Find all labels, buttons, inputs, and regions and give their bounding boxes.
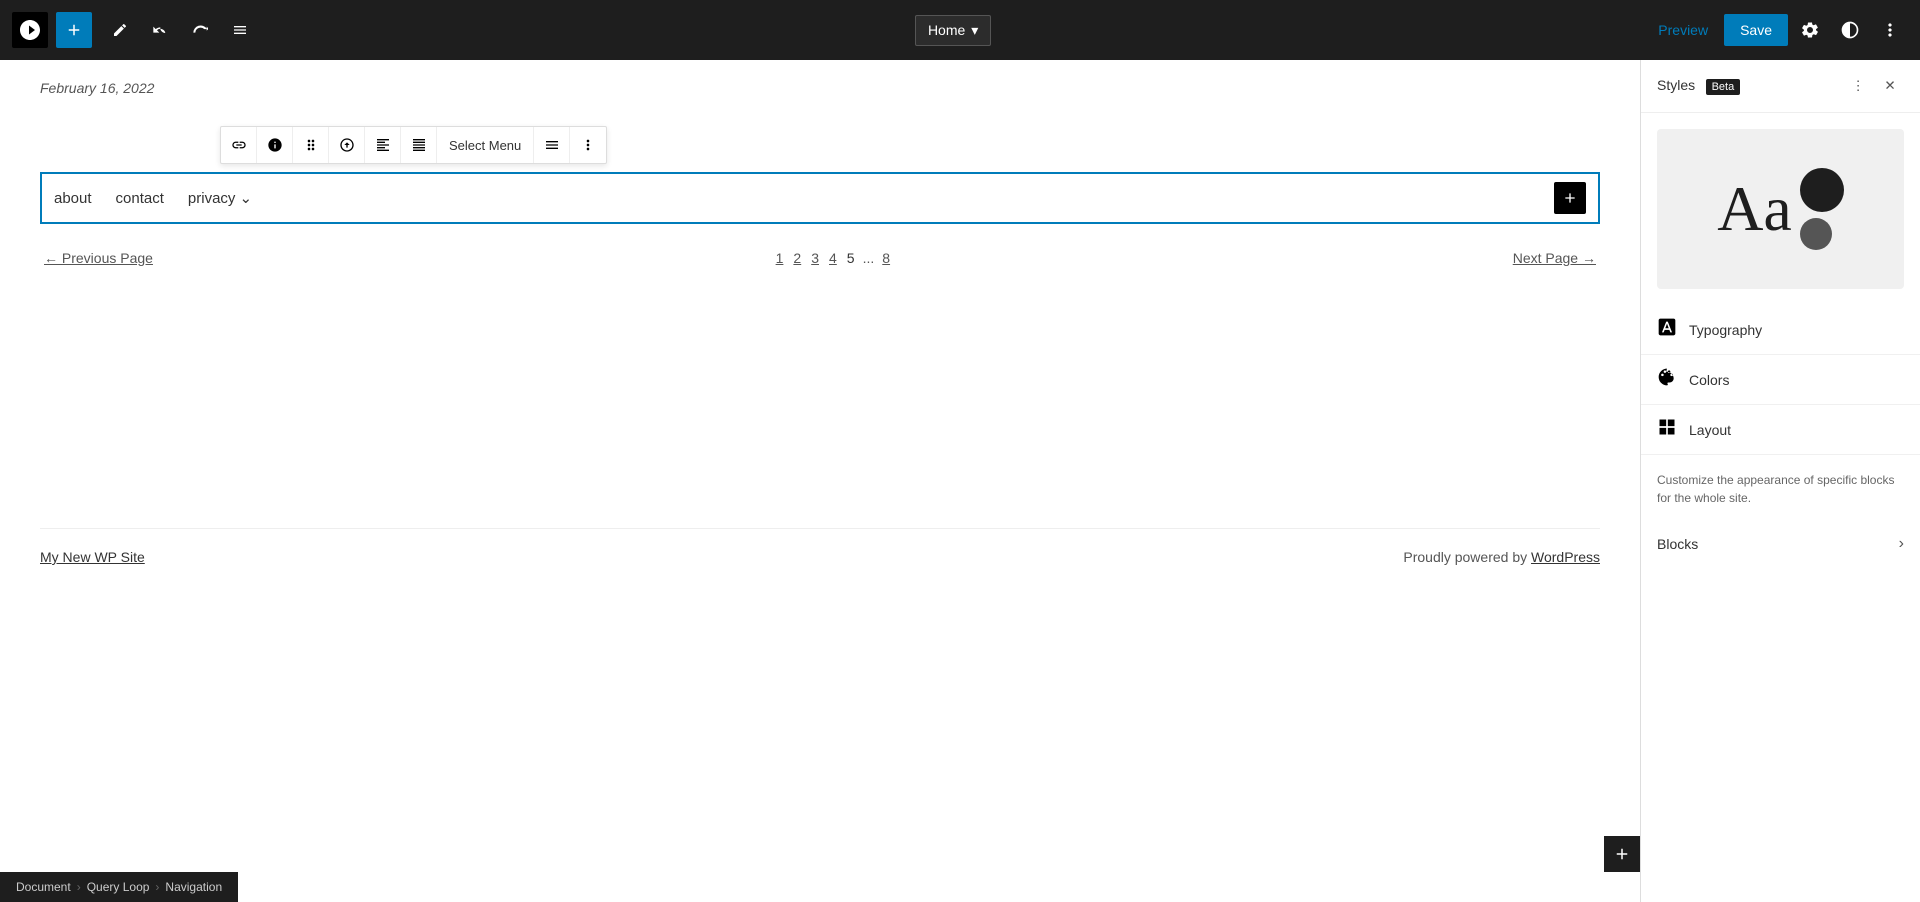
footer-powered-text: Proudly powered by [1403, 549, 1531, 565]
layout-option[interactable]: Layout [1641, 405, 1920, 455]
redo-button[interactable] [182, 12, 218, 48]
prev-page-link[interactable]: ← Previous Page [40, 250, 153, 266]
block-drag-button[interactable] [293, 127, 329, 163]
blocks-label: Blocks [1657, 536, 1698, 552]
select-menu-button[interactable]: Select Menu [437, 127, 534, 163]
typography-icon [1657, 317, 1677, 342]
add-block-button[interactable] [56, 12, 92, 48]
nav-items: about contact privacy ⌄ [54, 189, 252, 207]
breadcrumb-navigation[interactable]: Navigation [165, 880, 222, 894]
preview-circle-small [1800, 218, 1832, 250]
next-page-label: Next Page → [1513, 250, 1596, 266]
contrast-button[interactable] [1832, 12, 1868, 48]
top-toolbar: Home ▾ Preview Save [0, 0, 1920, 60]
styles-panel: Styles Beta ⋮ ✕ Aa Typography [1640, 60, 1920, 902]
edit-button[interactable] [102, 12, 138, 48]
panel-close-button[interactable]: ✕ [1876, 72, 1904, 100]
block-more-button[interactable] [570, 127, 606, 163]
block-toolbar-area: Select Menu [220, 126, 1600, 164]
preview-circles [1800, 168, 1844, 250]
page-numbers: 1 2 3 4 5 ... 8 [772, 248, 894, 268]
main-layout: February 16, 2022 [0, 60, 1920, 902]
page-1[interactable]: 1 [772, 248, 788, 268]
breadcrumb: Document › Query Loop › Navigation [0, 872, 238, 902]
typography-option[interactable]: Typography [1641, 305, 1920, 355]
navigation-block[interactable]: about contact privacy ⌄ [40, 172, 1600, 224]
footer-wordpress-link[interactable]: WordPress [1531, 549, 1600, 565]
prev-page-label: ← Previous Page [44, 250, 153, 266]
page-ellipsis: ... [861, 248, 877, 268]
block-info-button[interactable] [257, 127, 293, 163]
nav-item-privacy[interactable]: privacy ⌄ [188, 189, 252, 207]
toolbar-right: Preview Save [1646, 12, 1908, 48]
nav-item-contact[interactable]: contact [116, 190, 164, 207]
block-move-button[interactable] [329, 127, 365, 163]
breadcrumb-sep-1: › [77, 880, 81, 894]
add-block-floating-button[interactable] [1604, 836, 1640, 872]
block-align-left-button[interactable] [365, 127, 401, 163]
panel-title: Styles [1657, 77, 1695, 93]
page-3[interactable]: 3 [807, 248, 823, 268]
pagination: ← Previous Page 1 2 3 4 5 ... 8 Next Pag… [40, 248, 1600, 268]
settings-button[interactable] [1792, 12, 1828, 48]
style-preview: Aa [1657, 129, 1904, 289]
layout-label: Layout [1689, 422, 1731, 438]
canvas-content: February 16, 2022 [0, 60, 1640, 902]
layout-icon [1657, 417, 1677, 442]
nav-item-about[interactable]: about [54, 190, 92, 207]
block-justify-button[interactable] [401, 127, 437, 163]
preview-aa-text: Aa [1717, 172, 1792, 246]
preview-circle-large [1800, 168, 1844, 212]
panel-description: Customize the appearance of specific blo… [1641, 455, 1920, 523]
panel-more-button[interactable]: ⋮ [1844, 72, 1872, 100]
wp-logo[interactable] [12, 12, 48, 48]
breadcrumb-document[interactable]: Document [16, 880, 71, 894]
footer-area: My New WP Site Proudly powered by WordPr… [40, 528, 1600, 585]
toolbar-center: Home ▾ [260, 15, 1646, 46]
page-selector[interactable]: Home ▾ [915, 15, 991, 46]
block-hamburger-button[interactable] [534, 127, 570, 163]
block-link-button[interactable] [221, 127, 257, 163]
ellipsis-menu-button[interactable] [1872, 12, 1908, 48]
typography-label: Typography [1689, 322, 1762, 338]
chevron-right-icon: › [1899, 535, 1904, 553]
colors-icon [1657, 367, 1677, 392]
document-overview-button[interactable] [222, 12, 258, 48]
colors-label: Colors [1689, 372, 1729, 388]
preview-button[interactable]: Preview [1646, 14, 1720, 46]
chevron-down-icon: ⌄ [239, 189, 252, 207]
page-4[interactable]: 4 [825, 248, 841, 268]
panel-header-actions: ⋮ ✕ [1844, 72, 1904, 100]
next-page-link[interactable]: Next Page → [1513, 250, 1600, 266]
nav-add-button[interactable] [1554, 182, 1586, 214]
page-2[interactable]: 2 [789, 248, 805, 268]
chevron-down-icon: ▾ [971, 22, 978, 39]
blocks-row[interactable]: Blocks › [1641, 523, 1920, 565]
breadcrumb-query-loop[interactable]: Query Loop [87, 880, 150, 894]
save-button[interactable]: Save [1724, 14, 1788, 46]
footer-site-link[interactable]: My New WP Site [40, 549, 145, 565]
undo-button[interactable] [142, 12, 178, 48]
panel-header: Styles Beta ⋮ ✕ [1641, 60, 1920, 113]
canvas-area[interactable]: February 16, 2022 [0, 60, 1640, 902]
block-toolbar: Select Menu [220, 126, 607, 164]
page-title: Home [928, 22, 965, 38]
breadcrumb-sep-2: › [155, 880, 159, 894]
colors-option[interactable]: Colors [1641, 355, 1920, 405]
page-5-current[interactable]: 5 [843, 248, 859, 268]
beta-badge: Beta [1706, 79, 1741, 95]
date-text: February 16, 2022 [40, 80, 1600, 96]
page-8[interactable]: 8 [878, 248, 894, 268]
footer-powered-by: Proudly powered by WordPress [1403, 549, 1600, 565]
panel-title-area: Styles Beta [1657, 77, 1740, 95]
